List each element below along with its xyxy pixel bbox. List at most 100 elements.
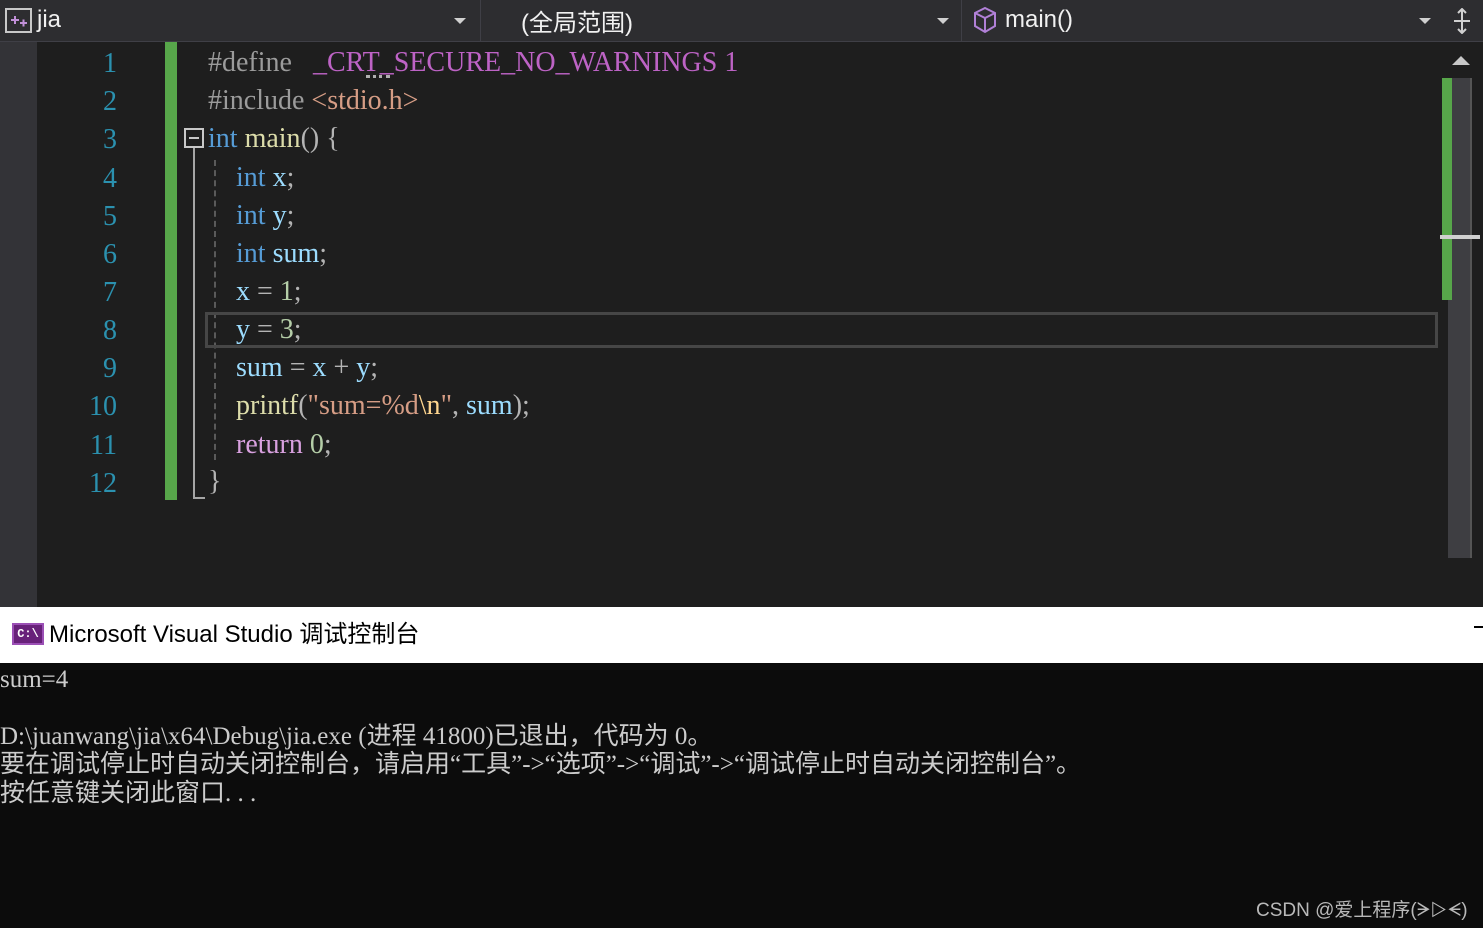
punctuation: ; <box>286 200 295 231</box>
keyword: int <box>208 123 238 154</box>
navigation-bar: jia (全局范围) main() <box>0 0 1483 42</box>
variable: y <box>236 314 250 345</box>
variable: y <box>356 352 371 383</box>
code-line-8[interactable]: y = 3; <box>208 311 302 349</box>
console-line: 要在调试停止时自动关闭控制台，请启用“工具”->“选项”->“调试”->“调试停… <box>0 751 1082 778</box>
project-icon <box>5 8 32 33</box>
number: 3 <box>279 314 294 345</box>
collapse-outline-icon[interactable] <box>184 128 204 148</box>
divider <box>961 0 962 41</box>
punctuation: } <box>208 466 222 497</box>
number: 1 <box>279 276 294 307</box>
suggestion-squiggle[interactable] <box>366 74 390 78</box>
punctuation: ; <box>293 314 302 345</box>
punctuation: ) <box>512 390 523 421</box>
code-line-1[interactable]: #define _CRT_SECURE_NO_WARNINGS 1 <box>208 44 738 82</box>
operator: = <box>257 276 273 307</box>
code-line-9[interactable]: sum = x + y; <box>208 349 378 387</box>
code-line-2[interactable]: #include <stdio.h> <box>208 82 418 120</box>
member-dropdown[interactable]: main() <box>965 0 1439 41</box>
punctuation: ; <box>319 238 328 269</box>
scroll-up-arrow-icon[interactable] <box>1452 56 1470 65</box>
variable: sum <box>272 238 320 269</box>
project-label: jia <box>37 6 62 33</box>
include-header: <stdio.h> <box>311 85 419 116</box>
operator: = <box>289 352 306 383</box>
punctuation: () <box>300 123 320 154</box>
line-number: 6 <box>103 239 117 270</box>
variable: sum <box>236 352 283 383</box>
outline-guide-end <box>193 497 205 499</box>
line-number: 7 <box>103 277 117 308</box>
code-line-4[interactable]: int x; <box>208 159 294 197</box>
scroll-caret-marker[interactable] <box>1440 235 1480 239</box>
variable: x <box>236 276 250 307</box>
punctuation: , <box>452 390 459 421</box>
glyph-margin[interactable] <box>0 42 37 607</box>
console-line: 按任意键关闭此窗口. . . <box>0 780 257 807</box>
code-editor[interactable]: 1 2 3 4 5 6 7 8 9 10 11 12 #define _CRT_… <box>0 42 1483 607</box>
keyword: int <box>236 238 266 269</box>
function-name: main <box>244 123 301 154</box>
scope-label: (全局范围) <box>521 10 633 37</box>
punctuation: ( <box>298 390 308 421</box>
variable: y <box>272 200 287 231</box>
console-line: D:\juanwang\jia\x64\Debug\jia.exe (进程 41… <box>0 723 713 750</box>
preprocessor-directive: #include <box>208 85 305 116</box>
preprocessor-directive: #define <box>208 47 292 78</box>
line-number: 12 <box>89 468 117 499</box>
punctuation: ; <box>323 429 332 460</box>
scroll-change-marker <box>1442 78 1452 300</box>
string-literal: "sum=%d <box>307 390 419 421</box>
scope-dropdown[interactable]: (全局范围) <box>483 0 957 41</box>
line-number: 1 <box>103 48 117 79</box>
watermark: CSDN @爱上程序(ᗒ▷ᗕ) <box>1256 900 1468 921</box>
console-app-icon: C:\ <box>12 623 44 645</box>
console-title-bar[interactable]: C:\ Microsoft Visual Studio 调试控制台 <box>0 607 1483 663</box>
split-window-button[interactable] <box>1440 0 1483 41</box>
punctuation: ; <box>522 390 530 421</box>
project-dropdown[interactable]: jia <box>0 0 476 41</box>
code-line-11[interactable]: return 0; <box>208 426 332 464</box>
code-line-10[interactable]: printf("sum=%d\n", sum); <box>208 387 530 425</box>
line-number: 2 <box>103 86 117 117</box>
minimize-icon[interactable] <box>1474 626 1483 628</box>
macro-value: 1 <box>724 47 739 78</box>
number: 0 <box>309 429 324 460</box>
operator: = <box>257 314 273 345</box>
change-tracking-bar <box>165 42 177 500</box>
punctuation: ; <box>370 352 379 383</box>
line-number: 11 <box>90 430 117 461</box>
line-number: 5 <box>103 201 117 232</box>
code-line-12[interactable]: } <box>208 463 221 501</box>
function-name: printf <box>236 390 299 421</box>
line-number: 8 <box>103 315 117 346</box>
code-line-3[interactable]: int main() { <box>208 120 340 158</box>
line-number: 10 <box>89 391 117 422</box>
variable: sum <box>466 390 513 421</box>
chevron-down-icon <box>1419 18 1431 24</box>
scroll-track-edge <box>1470 78 1472 558</box>
vertical-scrollbar[interactable] <box>1440 42 1483 607</box>
divider <box>480 0 481 41</box>
keyword: int <box>236 200 266 231</box>
code-line-5[interactable]: int y; <box>208 197 294 235</box>
member-label: main() <box>1005 6 1074 33</box>
punctuation: { <box>326 123 340 154</box>
punctuation: ; <box>286 162 295 193</box>
punctuation: ; <box>293 276 302 307</box>
current-line-highlight <box>205 312 1438 348</box>
split-icon <box>1453 7 1470 34</box>
line-number: 9 <box>103 353 117 384</box>
chevron-down-icon <box>937 18 949 24</box>
keyword: return <box>236 429 303 460</box>
line-number: 3 <box>103 124 117 155</box>
console-line: sum=4 <box>0 666 69 693</box>
chevron-down-icon <box>454 18 466 24</box>
cube-icon <box>973 6 997 34</box>
console-output[interactable]: sum=4 D:\juanwang\jia\x64\Debug\jia.exe … <box>0 663 1483 928</box>
line-number: 4 <box>103 163 117 194</box>
code-line-6[interactable]: int sum; <box>208 235 327 273</box>
code-line-7[interactable]: x = 1; <box>208 273 302 311</box>
string-literal: " <box>440 390 452 421</box>
